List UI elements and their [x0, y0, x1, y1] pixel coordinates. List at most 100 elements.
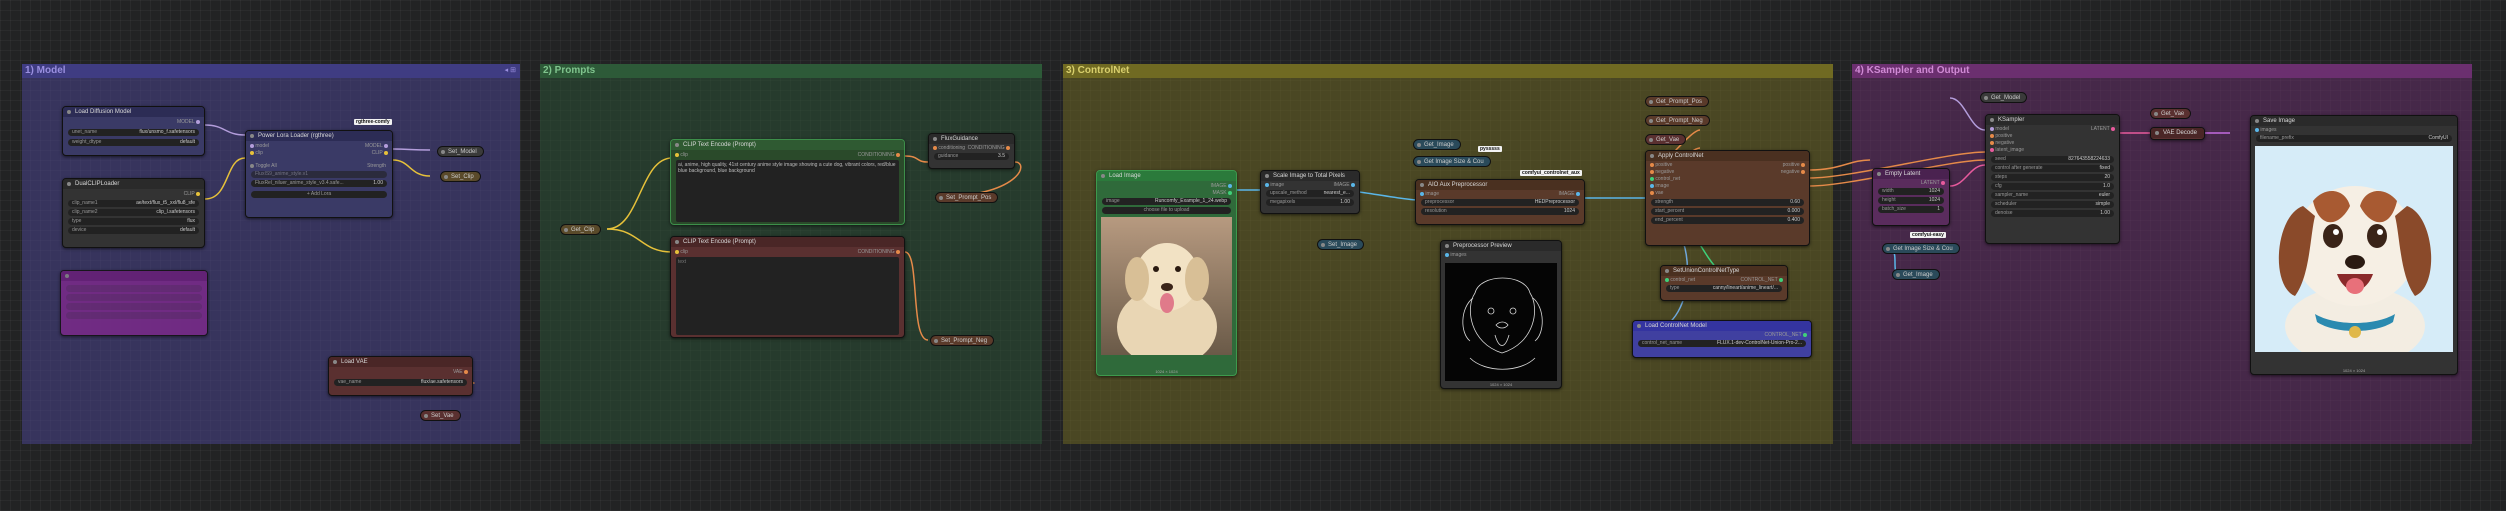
controlnet-type-select[interactable]: type canny/lineart/anime_lineart/... — [1666, 285, 1782, 292]
input-positive[interactable]: positive — [1650, 162, 1672, 168]
upscale-method-select[interactable]: upscale_method nearest_e... — [1266, 190, 1354, 197]
input-latent[interactable]: latent_image — [1990, 147, 2024, 153]
input-negative[interactable]: negative — [1650, 169, 1674, 175]
positive-prompt-textarea[interactable]: ai, anime, high quality, 41st century an… — [676, 160, 899, 222]
vae-name-select[interactable]: vae_name flux/ae.safetensors — [334, 379, 467, 386]
preprocessor-select[interactable]: preprocessor HEDPreprocessor — [1421, 199, 1579, 206]
resolution-input[interactable]: resolution 1024 — [1421, 208, 1579, 215]
height-input[interactable]: height 1024 — [1878, 197, 1944, 204]
load-vae-node[interactable]: Load VAE VAE vae_name flux/ae.safetensors — [328, 356, 473, 396]
input-positive[interactable]: positive — [1990, 133, 2012, 139]
preprocessor-preview-node[interactable]: Preprocessor Preview images 1024 × 1024 — [1440, 240, 1562, 389]
device-select[interactable]: device default — [68, 227, 199, 234]
output-image[interactable]: IMAGE — [1210, 183, 1232, 189]
get-vae-node[interactable]: Get_Vae — [2150, 108, 2192, 119]
toggle-all[interactable]: Toggle All — [250, 163, 277, 169]
guidance-input[interactable]: guidance 3.5 — [934, 153, 1009, 160]
output-latent[interactable]: LATENT — [1921, 180, 1945, 186]
clip-text-encode-positive-node[interactable]: CLIP Text Encode (Prompt) clip CONDITION… — [670, 139, 905, 225]
negative-prompt-textarea[interactable]: text — [676, 257, 899, 335]
steps-input[interactable]: steps 20 — [1991, 174, 2114, 181]
get-model-node[interactable]: Get_Model — [1980, 92, 2028, 103]
bypassed-widget[interactable] — [66, 294, 202, 301]
output-image[interactable]: IMAGE — [1333, 182, 1355, 188]
get-prompt-pos-node[interactable]: Get_Prompt_Pos — [1645, 96, 1710, 107]
load-controlnet-model-node[interactable]: Load ControlNet Model CONTROL_NET contro… — [1632, 320, 1812, 358]
output-clip[interactable]: CLIP — [372, 150, 388, 156]
get-image-node[interactable]: Get_Image — [1413, 139, 1461, 150]
input-clip[interactable]: clip — [250, 150, 263, 156]
flux-guidance-node[interactable]: FluxGuidance conditioning CONDITIONING g… — [928, 133, 1015, 169]
vae-decode-node[interactable]: VAE Decode — [2150, 127, 2205, 140]
output-conditioning[interactable]: CONDITIONING — [858, 152, 900, 158]
get-vae-node[interactable]: Get_Vae — [1645, 134, 1687, 145]
denoise-input[interactable]: denoise 1.00 — [1991, 210, 2114, 217]
seed-input[interactable]: seed 827643558224633 — [1991, 156, 2114, 163]
output-vae[interactable]: VAE — [453, 369, 468, 375]
output-model[interactable]: MODEL — [365, 143, 388, 149]
sampler-name-select[interactable]: sampler_name euler — [1991, 192, 2114, 199]
apply-controlnet-node[interactable]: Apply ControlNet positive negative contr… — [1645, 150, 1810, 246]
input-image[interactable]: image — [1420, 191, 1439, 197]
get-image-size-node[interactable]: Get Image Size & Cou — [1882, 243, 1960, 254]
clip-name1-select[interactable]: clip_name1 ae/text/flux_t5_xxl/flu8_sfe — [68, 200, 199, 207]
cfg-input[interactable]: cfg 1.0 — [1991, 183, 2114, 190]
input-model[interactable]: model — [1990, 126, 2009, 132]
upload-button[interactable]: choose file to upload — [1102, 207, 1231, 214]
input-controlnet[interactable]: control_net — [1650, 176, 1680, 182]
get-clip-node[interactable]: Get_Clip — [560, 224, 602, 235]
set-image-node[interactable]: Set_Image — [1317, 239, 1365, 250]
megapixels-input[interactable]: megapixels 1.00 — [1266, 199, 1354, 206]
get-image-node[interactable]: Get_Image — [1892, 269, 1940, 280]
set-model-node[interactable]: Set_Model — [437, 146, 484, 157]
type-select[interactable]: type flux — [68, 218, 199, 225]
get-image-size-node[interactable]: Get Image Size & Cou — [1413, 156, 1491, 167]
input-negative[interactable]: negative — [1990, 140, 2014, 146]
clip-text-encode-negative-node[interactable]: CLIP Text Encode (Prompt) clip CONDITION… — [670, 236, 905, 338]
set-vae-node[interactable]: Set_Vae — [420, 410, 461, 421]
clip-name2-select[interactable]: clip_name2 clip_l.safetensors — [68, 209, 199, 216]
input-clip[interactable]: clip — [675, 249, 688, 255]
input-model[interactable]: model — [250, 143, 269, 149]
output-latent[interactable]: LATENT — [2091, 126, 2115, 132]
bypassed-widget[interactable] — [66, 303, 202, 310]
width-input[interactable]: width 1024 — [1878, 188, 1944, 195]
output-negative[interactable]: negative — [1781, 169, 1805, 175]
weight-dtype-select[interactable]: weight_dtype default — [68, 139, 199, 146]
controlnet-name-select[interactable]: control_net_name FLUX.1-dev-ControlNet-Un… — [1638, 340, 1806, 347]
filename-prefix-input[interactable]: filename_prefix ComfyUI — [2256, 135, 2452, 142]
ksampler-node[interactable]: KSampler model positive negative latent_… — [1985, 114, 2120, 244]
set-prompt-neg-node[interactable]: Set_Prompt_Neg — [930, 335, 995, 346]
bypassed-widget[interactable] — [66, 312, 202, 319]
input-vae[interactable]: vae — [1650, 190, 1663, 196]
dual-clip-loader-node[interactable]: DualCLIPLoader CLIP clip_name1 ae/text/fl… — [62, 178, 205, 248]
output-image[interactable]: IMAGE — [1558, 191, 1580, 197]
output-controlnet[interactable]: CONTROL_NET — [1740, 277, 1783, 283]
group-icons[interactable]: ◂ ⊞ — [505, 66, 516, 74]
output-positive[interactable]: positive — [1783, 162, 1805, 168]
set-clip-node[interactable]: Set_Clip — [440, 171, 481, 182]
lora-row-1[interactable]: FluxIS9_anime_style.v1 — [251, 171, 387, 178]
start-percent-input[interactable]: start_percent 0.000 — [1651, 208, 1804, 215]
aio-aux-preprocessor-node[interactable]: AIO Aux Preprocessor image IMAGE preproc… — [1415, 179, 1585, 225]
input-images[interactable]: images — [1445, 252, 1467, 258]
strength-input[interactable]: strength 0.60 — [1651, 199, 1804, 206]
scale-image-node[interactable]: Scale Image to Total Pixels image IMAGE … — [1260, 170, 1360, 214]
lora-row-2[interactable]: FluxRel_niluer_anime_style_v3.4.safe... 1… — [251, 180, 387, 187]
input-clip[interactable]: clip — [675, 152, 688, 158]
set-prompt-pos-node[interactable]: Set_Prompt_Pos — [935, 192, 999, 203]
image-select[interactable]: image Runcomfy_Example_1_24.webp — [1102, 198, 1231, 205]
empty-latent-node[interactable]: Empty Latent LATENT width 1024 height 1024… — [1872, 168, 1950, 226]
input-image[interactable]: image — [1650, 183, 1669, 189]
output-clip[interactable]: CLIP — [184, 191, 200, 197]
input-image[interactable]: image — [1265, 182, 1284, 188]
bypassed-widget[interactable] — [66, 285, 202, 292]
output-mask[interactable]: MASK — [1212, 190, 1232, 196]
save-image-node[interactable]: Save Image images filename_prefix ComfyUI — [2250, 115, 2458, 375]
add-lora-button[interactable]: + Add Lora — [251, 191, 387, 198]
input-images[interactable]: images — [2255, 127, 2277, 133]
control-after-generate-select[interactable]: control after generate fixed — [1991, 165, 2114, 172]
output-controlnet[interactable]: CONTROL_NET — [1764, 332, 1807, 338]
load-image-node[interactable]: Load Image IMAGE MASK image Runcomfy_Exam… — [1096, 170, 1237, 376]
power-lora-loader-node[interactable]: Power Lora Loader (rgthree) model clip M… — [245, 130, 393, 218]
